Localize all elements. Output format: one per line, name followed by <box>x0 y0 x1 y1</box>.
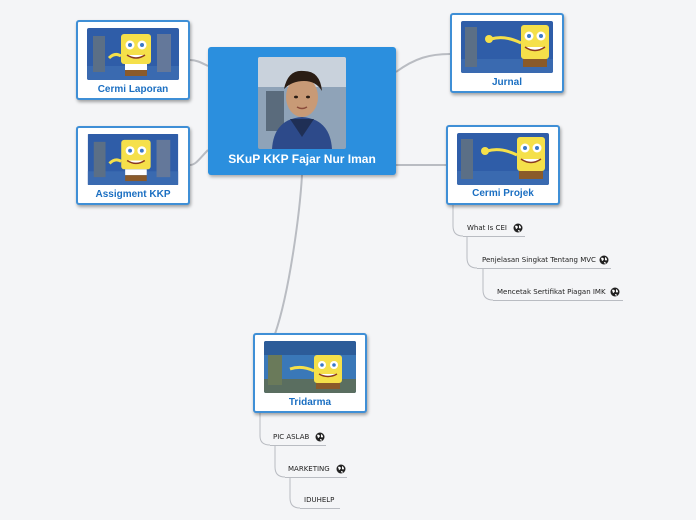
subtopic-label: What Is CEI <box>467 224 507 232</box>
topic-cermi-laporan[interactable]: Cermi Laporan <box>76 20 190 100</box>
connector-tridarma-children-3 <box>289 477 301 509</box>
subtopic-marketing[interactable]: MARKETING <box>288 465 330 473</box>
portrait-photo <box>258 57 346 149</box>
subtopic-underline <box>463 236 525 237</box>
connector-cermi-projek-children-3 <box>482 268 494 301</box>
subtopic-underline <box>270 445 326 446</box>
topic-title: Assigment KKP <box>95 189 171 200</box>
globe-icon[interactable] <box>336 464 346 474</box>
subtopic-mencetak-sertifikat[interactable]: Mencetak Sertifikat Piagan IMK <box>497 288 606 296</box>
connector-to-jurnal <box>395 53 451 73</box>
subtopic-label: Penjelasan Singkat Tentang MVC <box>482 256 596 264</box>
subtopic-underline <box>493 300 623 301</box>
globe-icon[interactable] <box>610 287 620 297</box>
subtopic-underline <box>477 268 611 269</box>
subtopic-underline <box>300 508 340 509</box>
topic-cermi-projek[interactable]: Cermi Projek <box>446 125 560 205</box>
connector-cermi-projek-children-2 <box>466 236 478 269</box>
connector-to-assigment-kkp <box>189 149 209 166</box>
subtopic-label: MARKETING <box>288 465 330 473</box>
globe-icon[interactable] <box>315 432 325 442</box>
central-topic[interactable]: SKuP KKP Fajar Nur Iman <box>208 47 396 175</box>
subtopic-iduhelp[interactable]: IDUHELP <box>304 496 334 504</box>
connector-cermi-projek-children <box>452 204 464 237</box>
central-topic-title: SKuP KKP Fajar Nur Iman <box>228 152 376 166</box>
connector-to-cermi-laporan <box>189 59 209 67</box>
subtopic-penjelasan-mvc[interactable]: Penjelasan Singkat Tentang MVC <box>482 256 596 264</box>
topic-jurnal[interactable]: Jurnal <box>450 13 564 93</box>
connector-tridarma-children-2 <box>274 445 286 478</box>
connector-tridarma-children <box>259 412 271 446</box>
topic-title: Tridarma <box>288 397 332 408</box>
subtopic-label: Mencetak Sertifikat Piagan IMK <box>497 288 606 296</box>
topic-title: Cermi Projek <box>472 188 534 199</box>
subtopic-label: PIC ASLAB <box>273 433 310 441</box>
subtopic-what-is-cei[interactable]: What Is CEI <box>467 224 507 232</box>
topic-assigment-kkp[interactable]: Assigment KKP <box>76 126 190 205</box>
spongebob-thumbnail <box>264 341 356 393</box>
spongebob-thumbnail <box>87 28 179 80</box>
spongebob-thumbnail <box>461 21 553 73</box>
globe-icon[interactable] <box>513 223 523 233</box>
topic-tridarma[interactable]: Tridarma <box>253 333 367 413</box>
connector-to-tridarma <box>274 174 303 335</box>
topic-title: Cermi Laporan <box>97 84 169 95</box>
spongebob-thumbnail <box>457 133 549 185</box>
subtopic-label: IDUHELP <box>304 496 335 504</box>
subtopic-pic-aslab[interactable]: PIC ASLAB <box>273 433 309 441</box>
globe-icon[interactable] <box>599 255 609 265</box>
subtopic-underline <box>285 477 347 478</box>
topic-title: Jurnal <box>491 77 522 88</box>
spongebob-thumbnail <box>87 134 179 185</box>
